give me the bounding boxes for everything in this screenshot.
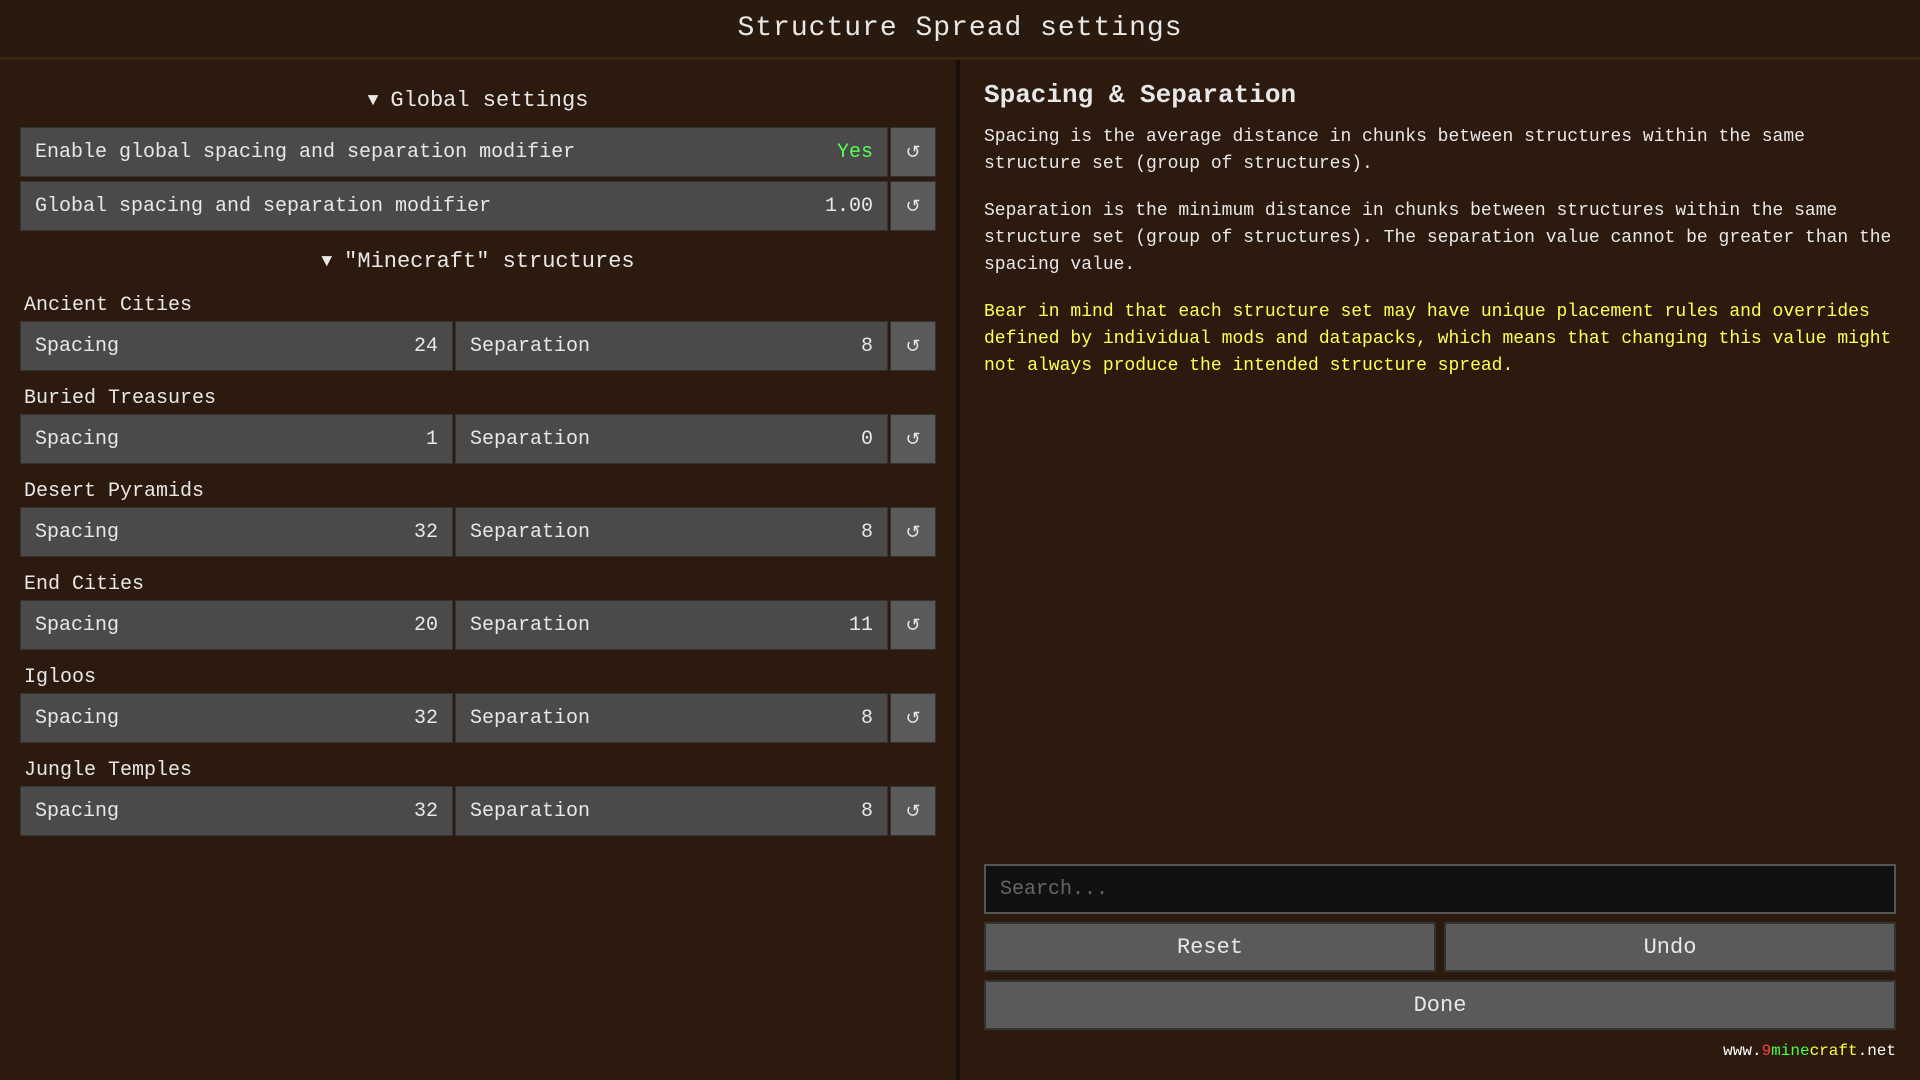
watermark: www.9minecraft.net	[984, 1042, 1896, 1060]
separation-field-1[interactable]: Separation0	[455, 414, 888, 464]
spacing-field-3[interactable]: Spacing20	[20, 600, 453, 650]
settings-row-1: Spacing1Separation0↺	[20, 414, 936, 464]
structure-group-3: End Cities Spacing20Separation11↺	[0, 567, 956, 660]
global-enable-row: Enable global spacing and separation mod…	[20, 127, 936, 177]
settings-row-4: Spacing32Separation8↺	[20, 693, 936, 743]
structure-reset-button-1[interactable]: ↺	[890, 414, 936, 464]
spacing-field-0[interactable]: Spacing24	[20, 321, 453, 371]
structure-group-2: Desert Pyramids Spacing32Separation8↺	[0, 474, 956, 567]
global-modifier-value: 1.00	[825, 195, 873, 218]
info-text-separation: Separation is the minimum distance in ch…	[984, 198, 1896, 279]
undo-button[interactable]: Undo	[1444, 922, 1896, 972]
settings-row-2: Spacing32Separation8↺	[20, 507, 936, 557]
search-input[interactable]	[984, 864, 1896, 914]
title-bar: Structure Spread settings	[0, 0, 1920, 60]
done-button[interactable]: Done	[984, 980, 1896, 1030]
settings-row-5: Spacing32Separation8↺	[20, 786, 936, 836]
global-modifier-row: Global spacing and separation modifier 1…	[20, 181, 936, 231]
right-panel: Spacing & Separation Spacing is the aver…	[960, 60, 1920, 1080]
structure-reset-button-0[interactable]: ↺	[890, 321, 936, 371]
structure-group-0: Ancient Cities Spacing24Separation8↺	[0, 288, 956, 381]
structure-name-3: End Cities	[20, 573, 936, 596]
reset-undo-row: Reset Undo	[984, 922, 1896, 972]
separation-field-2[interactable]: Separation8	[455, 507, 888, 557]
global-modifier-reset-button[interactable]: ↺	[890, 181, 936, 231]
structure-name-1: Buried Treasures	[20, 387, 936, 410]
info-warning: Bear in mind that each structure set may…	[984, 299, 1896, 380]
structure-group-4: Igloos Spacing32Separation8↺	[0, 660, 956, 753]
info-title: Spacing & Separation	[984, 80, 1896, 110]
settings-row-0: Spacing24Separation8↺	[20, 321, 936, 371]
separation-field-3[interactable]: Separation11	[455, 600, 888, 650]
structure-name-0: Ancient Cities	[20, 294, 936, 317]
global-modifier-field[interactable]: Global spacing and separation modifier 1…	[20, 181, 888, 231]
spacing-field-4[interactable]: Spacing32	[20, 693, 453, 743]
global-settings-label: Global settings	[390, 88, 588, 113]
info-text-spacing: Spacing is the average distance in chunk…	[984, 124, 1896, 178]
global-collapse-icon[interactable]: ▼	[368, 91, 379, 111]
main-content: ▼ Global settings Enable global spacing …	[0, 60, 1920, 1080]
global-enable-field[interactable]: Enable global spacing and separation mod…	[20, 127, 888, 177]
structure-group-1: Buried Treasures Spacing1Separation0↺	[0, 381, 956, 474]
left-panel: ▼ Global settings Enable global spacing …	[0, 60, 960, 1080]
structure-reset-button-4[interactable]: ↺	[890, 693, 936, 743]
right-bottom-controls: Reset Undo Done www.9minecraft.net	[984, 864, 1896, 1060]
separation-field-4[interactable]: Separation8	[455, 693, 888, 743]
structure-reset-button-3[interactable]: ↺	[890, 600, 936, 650]
spacing-field-1[interactable]: Spacing1	[20, 414, 453, 464]
minecraft-section-label: "Minecraft" structures	[344, 249, 634, 274]
spacing-field-2[interactable]: Spacing32	[20, 507, 453, 557]
settings-row-3: Spacing20Separation11↺	[20, 600, 936, 650]
structure-name-5: Jungle Temples	[20, 759, 936, 782]
structure-name-2: Desert Pyramids	[20, 480, 936, 503]
separation-field-5[interactable]: Separation8	[455, 786, 888, 836]
reset-button[interactable]: Reset	[984, 922, 1436, 972]
separation-field-0[interactable]: Separation8	[455, 321, 888, 371]
spacing-field-5[interactable]: Spacing32	[20, 786, 453, 836]
global-enable-reset-button[interactable]: ↺	[890, 127, 936, 177]
structure-group-5: Jungle Temples Spacing32Separation8↺	[0, 753, 956, 846]
structure-name-4: Igloos	[20, 666, 936, 689]
minecraft-collapse-icon[interactable]: ▼	[321, 252, 332, 272]
structure-reset-button-5[interactable]: ↺	[890, 786, 936, 836]
page-title: Structure Spread settings	[737, 13, 1182, 44]
structure-reset-button-2[interactable]: ↺	[890, 507, 936, 557]
global-modifier-label: Global spacing and separation modifier	[35, 195, 491, 218]
minecraft-section-header: ▼ "Minecraft" structures	[0, 239, 956, 284]
global-enable-value: Yes	[837, 141, 873, 164]
structures-list: Ancient CitiesSpacing24Separation8↺Burie…	[0, 288, 956, 846]
global-settings-header: ▼ Global settings	[0, 78, 956, 123]
global-enable-label: Enable global spacing and separation mod…	[35, 141, 575, 164]
